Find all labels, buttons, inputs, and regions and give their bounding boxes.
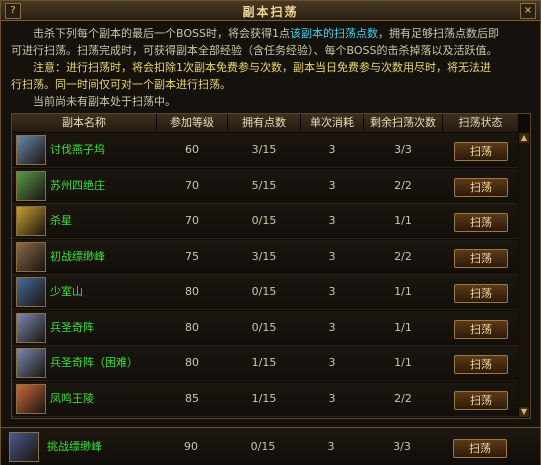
sweep-button[interactable]: 扫荡 (454, 390, 508, 410)
cell-cost: 3 (328, 356, 336, 369)
dungeon-name: 兵圣奇阵（困难） (50, 356, 138, 369)
sweep-button[interactable]: 扫荡 (454, 213, 508, 232)
close-button[interactable]: × (520, 3, 536, 19)
cell-cost: 3 (328, 214, 336, 227)
col-header-remain: 剩余扫荡次数 (364, 114, 443, 132)
cell-cost: 3 (328, 178, 336, 192)
dungeon-avatar-icon (16, 383, 46, 414)
cell-remain: 2/2 (394, 249, 412, 263)
cell-level: 70 (185, 214, 199, 227)
col-header-name: 副本名称 (12, 114, 157, 132)
cell-level: 80 (185, 356, 199, 369)
info-note-line2: 行扫荡。同一时间仅可对一个副本进行扫荡。 (11, 78, 231, 91)
cell-points: 5/15 (251, 178, 277, 192)
cell-remain: 3/3 (393, 440, 411, 453)
cell-level: 80 (185, 285, 199, 298)
table-rows: 讨伐燕子坞 60 3/15 3 3/3 扫荡 苏州四绝庄 70 5/15 3 2/2 扫荡 杀星 70 0/… (12, 133, 518, 417)
dungeon-name: 初战缥缈峰 (50, 249, 105, 263)
sweep-button[interactable]: 扫荡 (454, 355, 508, 374)
info-note-line: 注意：进行扫荡时，将会扣除1次副本免费参与次数，副本当日免费参与次数用尽时，将无… (33, 61, 491, 74)
col-header-points: 拥有点数 (228, 114, 301, 132)
cell-remain: 2/2 (394, 178, 412, 192)
sweep-window: ? 副本扫荡 × 击杀下列每个副本的最后一个BOSS时，将会获得1点该副本的扫荡… (0, 0, 541, 465)
dungeon-name: 挑战缥缈峰 (47, 440, 102, 453)
cell-remain: 2/2 (394, 391, 412, 405)
dungeon-avatar-icon (16, 170, 46, 201)
cell-points: 1/15 (251, 356, 277, 369)
cell-cost: 3 (327, 440, 335, 453)
window-title: 副本扫荡 (242, 5, 299, 19)
cell-points: 0/15 (251, 214, 277, 227)
cell-cost: 3 (328, 249, 336, 263)
cell-points: 0/15 (251, 285, 277, 298)
sweep-button[interactable]: 扫荡 (454, 142, 508, 161)
sweep-button[interactable]: 扫荡 (453, 439, 507, 458)
table-row: 杀星 70 0/15 3 1/1 扫荡 (12, 204, 518, 239)
dungeon-avatar-icon (16, 277, 46, 307)
info-line2: 可进行扫荡。扫荡完成时，可获得副本全部经验（含任务经验）、每个BOSS的击杀掉落… (11, 44, 498, 57)
sweep-button[interactable]: 扫荡 (454, 284, 508, 303)
info-line1-highlight: 该副本的扫荡点数 (289, 27, 378, 40)
dungeon-table: 副本名称 参加等级 拥有点数 单次消耗 剩余扫荡次数 扫荡状态 讨伐燕子坞 60 3… (11, 113, 531, 419)
table-row: 兵圣奇阵（困难） 80 1/15 3 1/1 扫荡 (12, 346, 518, 381)
table-row: 兵圣奇阵 80 0/15 3 1/1 扫荡 (12, 310, 518, 346)
cell-remain: 1/1 (394, 214, 412, 227)
dungeon-avatar-icon (9, 432, 39, 462)
bottom-featured-row: 挑战缥缈峰 90 0/15 3 3/3 扫荡 (1, 427, 540, 465)
cell-points: 3/15 (251, 249, 277, 263)
dungeon-name: 凤鸣王陵 (50, 391, 94, 405)
cell-points: 3/15 (251, 143, 277, 156)
cell-level: 70 (185, 178, 199, 192)
cell-points: 1/15 (251, 391, 277, 405)
dungeon-name: 杀星 (50, 214, 72, 227)
cell-remain: 1/1 (394, 356, 412, 369)
table-header: 副本名称 参加等级 拥有点数 单次消耗 剩余扫荡次数 扫荡状态 (12, 114, 519, 132)
sweep-button[interactable]: 扫荡 (454, 319, 508, 339)
cell-level: 80 (185, 320, 199, 334)
dungeon-name: 讨伐燕子坞 (50, 143, 105, 156)
dungeon-name: 少室山 (50, 285, 83, 298)
dungeon-avatar-icon (16, 241, 46, 272)
dungeon-name: 苏州四绝庄 (50, 178, 105, 192)
info-panel: 击杀下列每个副本的最后一个BOSS时，将会获得1点该副本的扫荡点数，拥有足够扫荡… (11, 25, 529, 111)
cell-cost: 3 (328, 285, 336, 298)
cell-remain: 1/1 (394, 285, 412, 298)
col-header-status: 扫荡状态 (443, 114, 519, 132)
table-row: 凤鸣王陵 85 1/15 3 2/2 扫荡 (12, 381, 518, 417)
cell-level: 90 (184, 440, 198, 453)
table-row: 苏州四绝庄 70 5/15 3 2/2 扫荡 (12, 168, 518, 204)
dungeon-avatar-icon (16, 348, 46, 378)
info-line1-c: ，拥有足够扫荡点数后即 (377, 27, 499, 40)
cell-points: 0/15 (251, 320, 277, 334)
dungeon-avatar-icon (16, 206, 46, 236)
cell-remain: 1/1 (394, 320, 412, 334)
scroll-up-icon[interactable]: ▲ (519, 133, 529, 143)
col-header-level: 参加等级 (157, 114, 228, 132)
sweep-button[interactable]: 扫荡 (454, 177, 508, 197)
table-row: 少室山 80 0/15 3 1/1 扫荡 (12, 275, 518, 310)
title-bar: ? 副本扫荡 × (1, 1, 540, 21)
sweep-status-text: 当前尚未有副本处于扫荡中。 (33, 95, 176, 108)
dungeon-avatar-icon (16, 312, 46, 343)
info-line1-a: 击杀下列每个副本的最后一个BOSS时，将会获得1点 (33, 27, 290, 40)
cell-cost: 3 (328, 391, 336, 405)
table-row: 讨伐燕子坞 60 3/15 3 3/3 扫荡 (12, 133, 518, 168)
scroll-down-icon[interactable]: ▼ (519, 407, 529, 417)
cell-level: 60 (185, 143, 199, 156)
col-header-cost: 单次消耗 (301, 114, 364, 132)
scrollbar[interactable]: ▲ ▼ (519, 133, 529, 417)
table-row: 挑战缥缈峰 90 0/15 3 3/3 扫荡 (1, 430, 540, 464)
cell-remain: 3/3 (394, 143, 412, 156)
cell-cost: 3 (328, 143, 336, 156)
dungeon-name: 兵圣奇阵 (50, 320, 94, 334)
cell-cost: 3 (328, 320, 336, 334)
cell-level: 75 (185, 249, 199, 263)
sweep-button[interactable]: 扫荡 (454, 248, 508, 268)
table-row: 初战缥缈峰 75 3/15 3 2/2 扫荡 (12, 239, 518, 275)
dungeon-avatar-icon (16, 135, 46, 165)
cell-level: 85 (185, 391, 199, 405)
cell-points: 0/15 (250, 440, 276, 453)
